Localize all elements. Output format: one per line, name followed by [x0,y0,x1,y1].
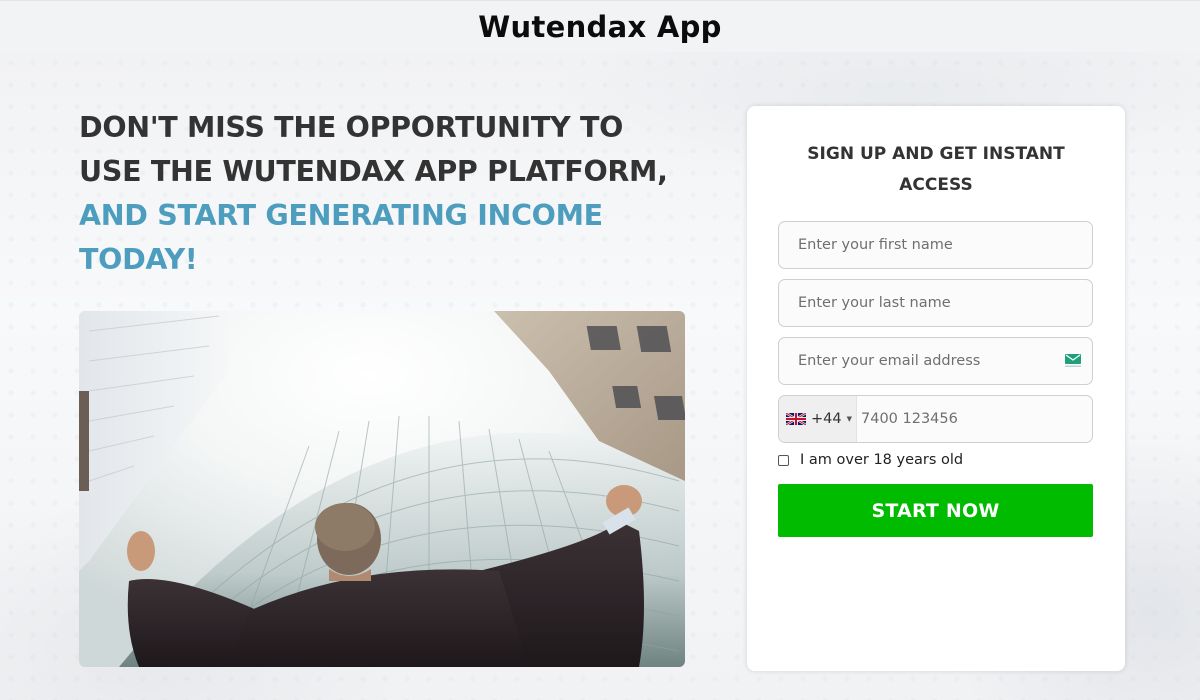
signup-title: SIGN UP AND GET INSTANT ACCESS [807,144,1065,195]
headline-line-1: DON'T MISS THE OPPORTUNITY TO [79,111,624,144]
headline-line-2: USE THE WUTENDAX APP PLATFORM, [79,155,668,188]
last-name-field-wrapper [778,279,1093,327]
envelope-icon [1065,354,1081,367]
hero-image [79,311,685,667]
hero-headline: DON'T MISS THE OPPORTUNITY TO USE THE WU… [79,106,719,282]
phone-field-wrapper: +44 ▼ [778,395,1093,443]
age-checkbox[interactable] [778,454,789,466]
app-title: Wutendax App [478,9,722,44]
caret-down-icon: ▼ [846,415,852,423]
dial-code: +44 [811,411,842,427]
start-now-button[interactable]: START NOW [778,484,1093,537]
email-field-wrapper [778,337,1093,385]
united-kingdom-flag-icon [786,413,806,425]
phone-input[interactable] [857,396,1092,442]
email-input[interactable] [779,338,1092,384]
first-name-field-wrapper [778,221,1093,269]
top-header: Wutendax App [0,0,1200,52]
first-name-input[interactable] [779,222,1092,268]
businessman-skyscraper-illustration [79,311,685,667]
country-code-selector[interactable]: +44 ▼ [779,396,857,442]
headline-accent-line-2: TODAY! [79,243,198,276]
age-checkbox-label: I am over 18 years old [800,452,964,468]
age-confirmation[interactable]: I am over 18 years old [778,452,963,468]
last-name-input[interactable] [779,280,1092,326]
signup-card: SIGN UP AND GET INSTANT ACCESS +44 ▼ [747,106,1125,671]
headline-accent-line-1: AND START GENERATING INCOME [79,199,603,232]
